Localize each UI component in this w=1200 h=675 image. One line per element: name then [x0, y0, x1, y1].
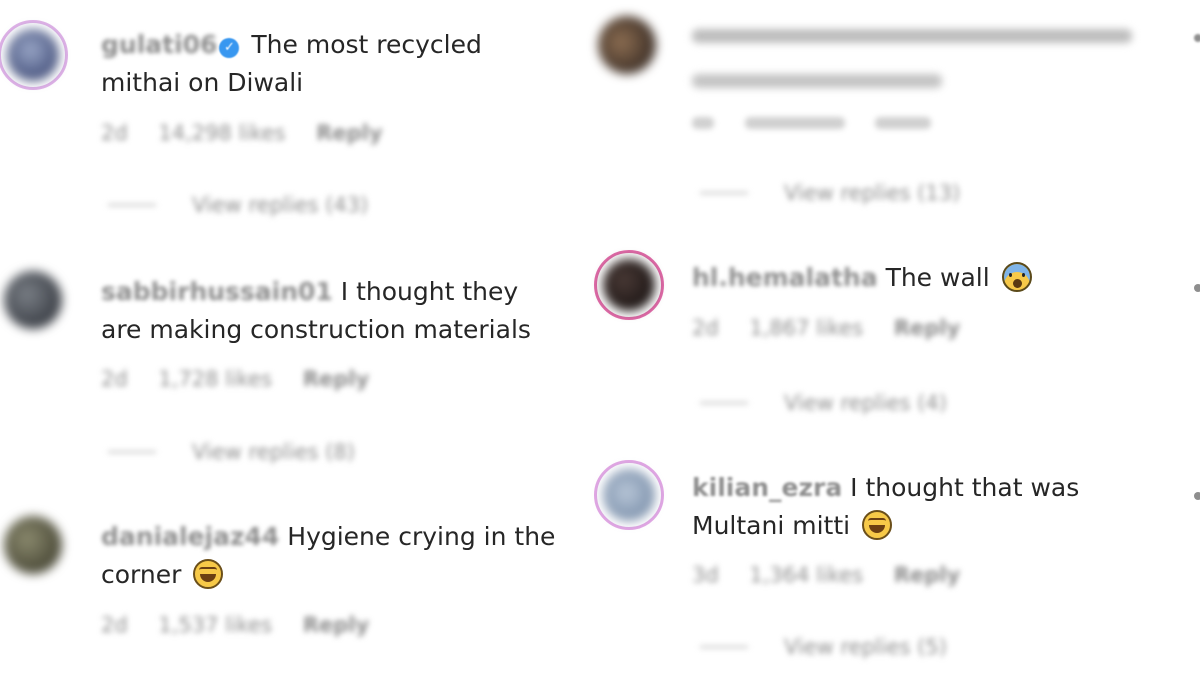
replies-divider — [700, 646, 748, 648]
comment-username[interactable]: danialejaz44 — [101, 522, 279, 551]
blurred-comment-text — [692, 16, 1152, 99]
comment-likes[interactable]: 1,537 likes — [158, 613, 272, 637]
comment-username[interactable]: gulati06 — [101, 30, 217, 59]
comment-time: 2d — [101, 613, 128, 637]
like-heart-icon[interactable] — [1194, 34, 1200, 42]
comment-meta: 2d 1,728 likes Reply — [101, 367, 393, 391]
comment-username[interactable]: kilian_ezra — [692, 473, 842, 502]
view-replies-button[interactable]: View replies (5) — [700, 635, 947, 659]
face-screaming-icon — [1001, 262, 1032, 292]
comment-meta — [692, 110, 955, 134]
avatar[interactable] — [0, 20, 68, 90]
comment-username[interactable]: hl.hemalatha — [692, 263, 878, 292]
reply-button[interactable]: Reply — [894, 316, 960, 340]
like-heart-icon[interactable] — [1194, 284, 1200, 292]
comment-username[interactable]: sabbirhussain01 — [101, 277, 333, 306]
avatar[interactable] — [594, 250, 664, 320]
avatar[interactable] — [0, 265, 68, 335]
view-replies-label: View replies (4) — [784, 391, 947, 415]
reply-button[interactable]: Reply — [316, 121, 382, 145]
comment-time: 2d — [692, 316, 719, 340]
comment-time: 3d — [692, 563, 719, 587]
comment-meta: 2d 1,867 likes Reply — [692, 316, 984, 340]
avatar[interactable] — [0, 510, 68, 580]
face-with-tears-of-joy-icon — [862, 510, 893, 540]
reply-button[interactable]: Reply — [894, 563, 960, 587]
replies-divider — [108, 204, 156, 206]
avatar[interactable] — [594, 460, 664, 530]
comment-meta: 3d 1,364 likes Reply — [692, 563, 984, 587]
avatar[interactable] — [592, 10, 662, 80]
replies-divider — [700, 192, 748, 194]
view-replies-label: View replies (5) — [784, 635, 947, 659]
comment-text: The wall — [885, 263, 990, 292]
comment-time: 2d — [101, 367, 128, 391]
comment-meta: 2d 1,537 likes Reply — [101, 613, 393, 637]
view-replies-label: View replies (13) — [784, 181, 961, 205]
view-replies-button[interactable]: View replies (4) — [700, 391, 947, 415]
comment-meta: 2d 14,298 likes Reply — [101, 121, 407, 145]
like-heart-icon[interactable] — [1194, 492, 1200, 500]
view-replies-button[interactable]: View replies (13) — [700, 181, 960, 205]
comment-likes[interactable]: 1,867 likes — [749, 316, 863, 340]
reply-button[interactable]: Reply — [303, 613, 369, 637]
face-with-tears-of-joy-icon — [193, 559, 224, 589]
comment-likes[interactable]: 1,364 likes — [749, 563, 863, 587]
view-replies-label: View replies (8) — [192, 440, 355, 464]
view-replies-button[interactable]: View replies (43) — [108, 193, 368, 217]
replies-divider — [700, 402, 748, 404]
comment-likes[interactable]: 1,728 likes — [158, 367, 272, 391]
replies-divider — [108, 451, 156, 453]
view-replies-label: View replies (43) — [192, 193, 369, 217]
reply-button[interactable]: Reply — [303, 367, 369, 391]
verified-badge-icon: ✓ — [219, 38, 240, 58]
view-replies-button[interactable]: View replies (8) — [108, 440, 355, 464]
comment-likes[interactable]: 14,298 likes — [158, 121, 285, 145]
comment-time: 2d — [101, 121, 128, 145]
